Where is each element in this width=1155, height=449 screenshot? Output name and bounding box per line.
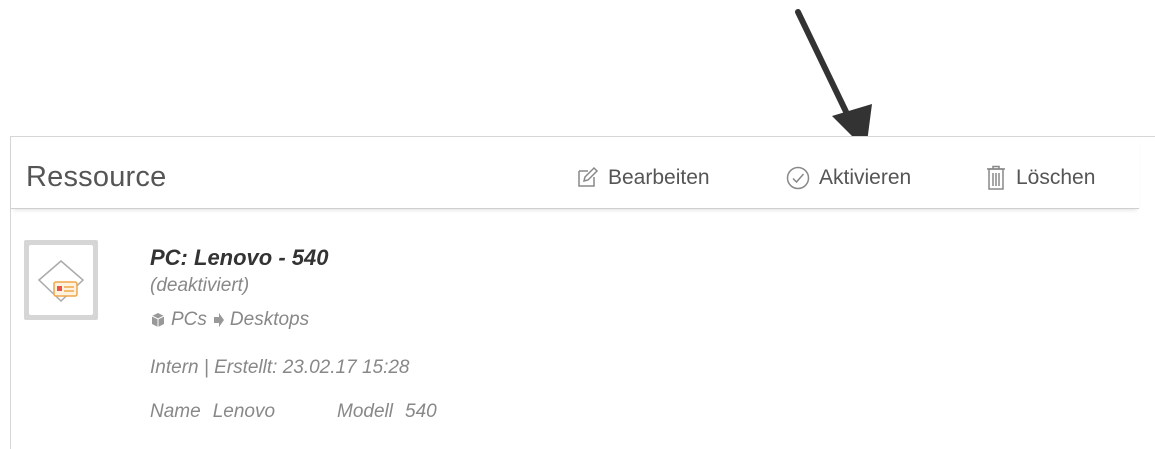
edit-icon bbox=[575, 166, 599, 190]
attr-name-value: Lenovo bbox=[212, 401, 276, 422]
resource-thumbnail bbox=[24, 240, 98, 320]
resource-attributes: Name Lenovo Modell 540 bbox=[150, 401, 499, 423]
activate-label: Aktivieren bbox=[819, 166, 912, 189]
attr-model-key: Modell bbox=[337, 401, 394, 422]
edit-label: Bearbeiten bbox=[608, 166, 710, 189]
activate-button[interactable]: Aktivieren bbox=[786, 163, 911, 193]
resource-panel: Ressource Bearbeiten Aktivieren Löschen … bbox=[10, 136, 1155, 449]
category-path: PCs Desktops bbox=[150, 309, 309, 331]
resource-tag-icon bbox=[37, 260, 85, 303]
category-root[interactable]: PCs bbox=[171, 309, 207, 331]
delete-label: Löschen bbox=[1016, 166, 1096, 189]
trash-icon bbox=[985, 165, 1007, 191]
path-separator-icon bbox=[213, 312, 225, 328]
attr-name-key: Name bbox=[150, 401, 201, 422]
resource-details: PC: Lenovo - 540 (deaktiviert) PCs Deskt… bbox=[150, 245, 437, 422]
resource-status: (deaktiviert) bbox=[150, 275, 250, 296]
cube-icon bbox=[150, 312, 166, 328]
resource-meta: Intern | Erstellt: 23.02.17 15:28 bbox=[150, 357, 410, 378]
edit-button[interactable]: Bearbeiten bbox=[575, 163, 710, 193]
delete-button[interactable]: Löschen bbox=[985, 163, 1095, 193]
panel-title: Ressource bbox=[26, 161, 167, 193]
attr-model-value: 540 bbox=[405, 401, 437, 422]
resource-title: PC: Lenovo - 540 bbox=[150, 245, 329, 270]
category-leaf[interactable]: Desktops bbox=[230, 309, 309, 331]
panel-header: Ressource Bearbeiten Aktivieren Löschen bbox=[11, 137, 1139, 209]
check-circle-icon bbox=[786, 166, 810, 190]
